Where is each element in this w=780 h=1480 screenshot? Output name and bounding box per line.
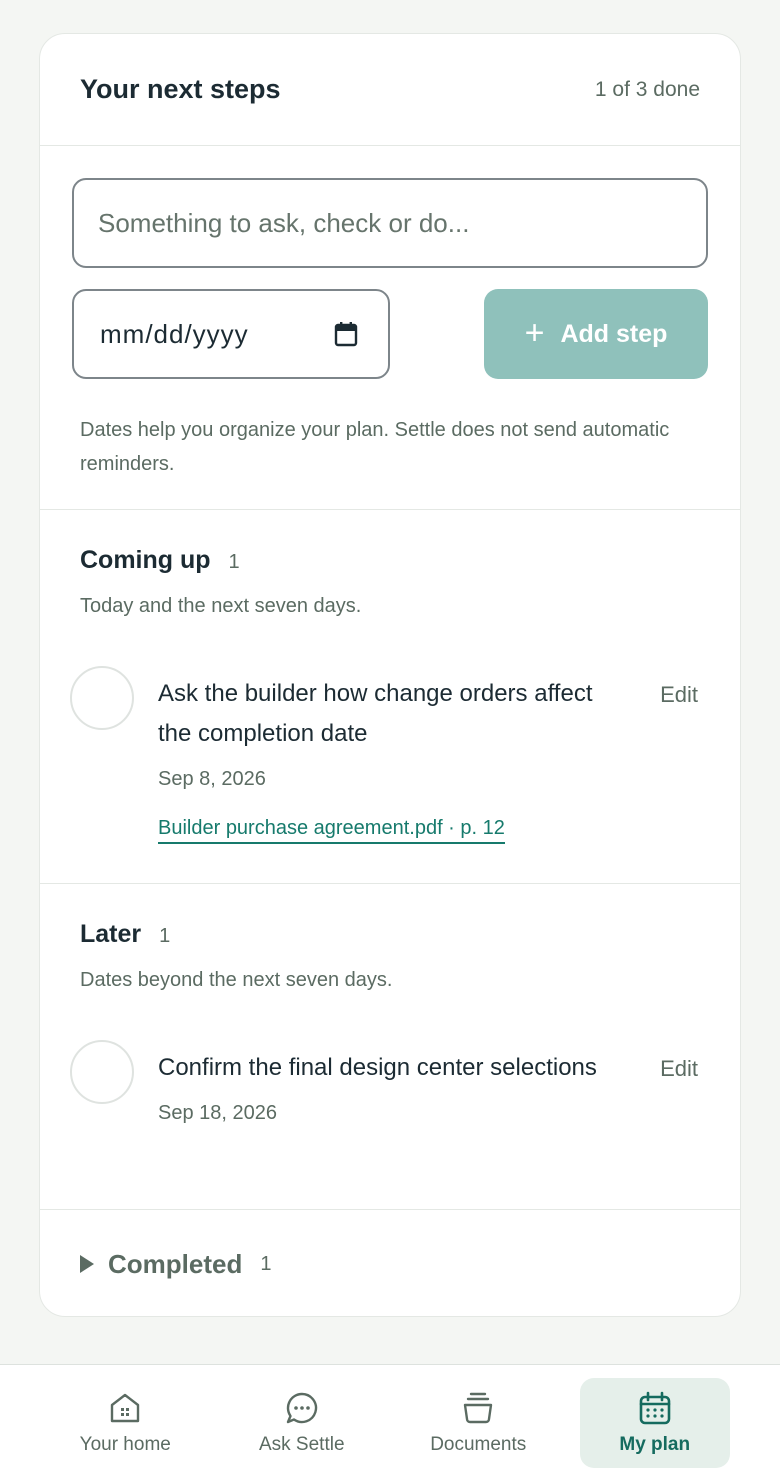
- bottom-nav: Your home Ask Settle Documents My plan: [0, 1364, 780, 1480]
- nav-label: Ask Settle: [258, 1433, 345, 1455]
- task-date: Sep 18, 2026: [158, 1102, 277, 1124]
- task-text: Confirm the final design center selectio…: [158, 1054, 597, 1081]
- step-date-input[interactable]: mm/dd/yyyy: [72, 289, 390, 379]
- card-header: Your next steps 1 of 3 done: [40, 34, 740, 146]
- chat-icon: [286, 1392, 317, 1423]
- later-count: 1: [159, 925, 171, 947]
- step-text-input[interactable]: Something to ask, check or do...: [72, 178, 708, 268]
- plus-icon: +: [524, 313, 545, 352]
- task-text: Ask the builder how change orders affect…: [158, 680, 593, 747]
- edit-task-button[interactable]: Edit: [660, 1056, 698, 1082]
- coming-up-subtitle: Today and the next seven days.: [80, 595, 362, 617]
- nav-my-plan[interactable]: My plan: [579, 1377, 730, 1468]
- nav-documents[interactable]: Documents: [403, 1378, 553, 1468]
- later-subtitle: Dates beyond the next seven days.: [80, 969, 393, 991]
- task-date: Sep 8, 2026: [158, 768, 266, 790]
- house-icon: [111, 1393, 140, 1422]
- nav-label: My plan: [619, 1433, 691, 1455]
- step-text-placeholder: Something to ask, check or do...: [98, 207, 470, 238]
- date-placeholder: mm/dd/yyyy: [100, 318, 249, 349]
- task-item: Confirm the final design center selectio…: [70, 1040, 700, 1190]
- task-complete-checkbox[interactable]: [70, 1040, 134, 1104]
- coming-up-count: 1: [228, 551, 240, 573]
- completed-label: Completed: [108, 1248, 243, 1279]
- nav-ask-settle[interactable]: Ask Settle: [227, 1378, 377, 1468]
- coming-up-section: Coming up 1 Today and the next seven day…: [40, 510, 740, 884]
- next-steps-card: Your next steps 1 of 3 done Something to…: [39, 33, 741, 1317]
- completed-toggle[interactable]: Completed 1: [40, 1210, 740, 1316]
- nav-label: Your home: [79, 1433, 171, 1455]
- document-reference-link[interactable]: Builder purchase agreement.pdf · p. 12: [158, 817, 505, 844]
- add-step-label: Add step: [560, 319, 668, 348]
- nav-your-home[interactable]: Your home: [50, 1378, 200, 1468]
- card-title: Your next steps: [80, 74, 281, 104]
- nav-label: Documents: [430, 1433, 527, 1455]
- calendar-icon: [639, 1391, 671, 1424]
- completed-count: 1: [260, 1252, 272, 1275]
- task-complete-checkbox[interactable]: [70, 666, 134, 730]
- documents-icon: [464, 1392, 493, 1423]
- calendar-picker-icon[interactable]: [334, 321, 358, 347]
- progress-count: 1 of 3 done: [594, 77, 700, 101]
- add-step-button[interactable]: + Add step: [484, 289, 708, 379]
- task-item: Ask the builder how change orders affect…: [70, 666, 700, 844]
- edit-task-button[interactable]: Edit: [660, 682, 698, 708]
- add-step-form: Something to ask, check or do... mm/dd/y…: [40, 146, 740, 510]
- reminder-hint: Dates help you organize your plan. Settl…: [80, 419, 670, 475]
- coming-up-title: Coming up: [80, 546, 211, 574]
- later-title: Later: [80, 920, 142, 948]
- expand-triangle-icon: [80, 1255, 94, 1273]
- later-section: Later 1 Dates beyond the next seven days…: [40, 884, 740, 1210]
